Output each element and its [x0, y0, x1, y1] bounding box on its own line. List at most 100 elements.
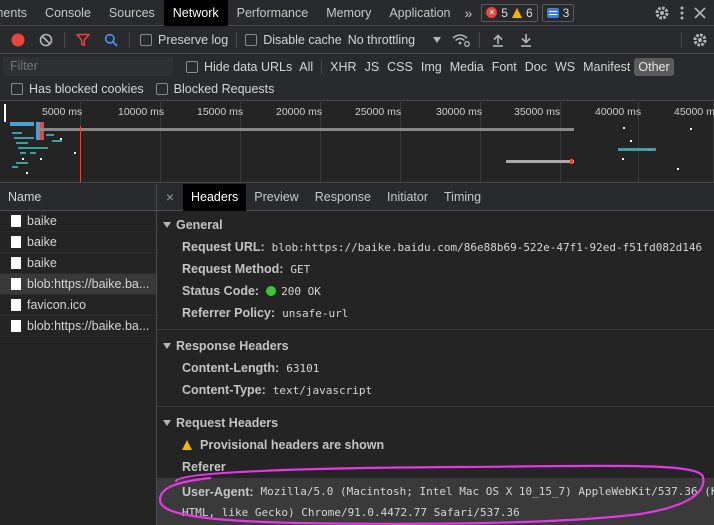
wifi-settings-icon: [452, 34, 471, 47]
more-tabs-icon[interactable]: »: [460, 5, 478, 21]
tab-preview[interactable]: Preview: [246, 184, 306, 211]
user-agent-value-line1: Mozilla/5.0 (Macintosh; Intel Mac OS X 1…: [260, 485, 714, 498]
request-url-value: blob:https://baike.baidu.com/86e88b69-52…: [271, 240, 703, 254]
close-icon[interactable]: [694, 7, 706, 19]
filter-input[interactable]: [3, 57, 173, 76]
request-name: blob:https://baike.ba...: [27, 319, 150, 333]
clear-button[interactable]: [32, 27, 60, 54]
kebab-menu-icon[interactable]: [680, 6, 684, 20]
tab-initiator[interactable]: Initiator: [379, 184, 436, 211]
request-row[interactable]: favicon.ico: [0, 295, 156, 316]
status-success-icon: [266, 286, 277, 296]
response-headers-section-header[interactable]: Response Headers: [157, 334, 714, 357]
request-name: baike: [27, 235, 57, 249]
type-filter-doc[interactable]: Doc: [521, 58, 551, 76]
throttling-select[interactable]: No throttling: [347, 33, 442, 47]
tab-application[interactable]: Application: [380, 0, 459, 26]
request-row[interactable]: baike: [0, 232, 156, 253]
export-har-button[interactable]: [512, 27, 540, 54]
chevron-down-icon: [433, 37, 442, 43]
type-filter-css[interactable]: CSS: [383, 58, 417, 76]
resource-type-filters: All XHR JS CSS Img Media Font Doc WS Man…: [295, 57, 674, 76]
content-length-row: Content-Length: 63101: [157, 357, 714, 379]
issues-counter[interactable]: ✕ 5 6: [481, 3, 538, 22]
gear-icon: [693, 33, 707, 47]
request-headers-section-header[interactable]: Request Headers: [157, 411, 714, 434]
content-type-row: Content-Type: text/javascript: [157, 379, 714, 401]
type-filter-font[interactable]: Font: [488, 58, 521, 76]
type-filter-xhr[interactable]: XHR: [326, 58, 360, 76]
request-row[interactable]: blob:https://baike.ba...: [0, 316, 156, 337]
blocked-requests-checkbox[interactable]: Blocked Requests: [155, 82, 275, 96]
expand-triangle-icon: [163, 342, 171, 349]
request-name: baike: [27, 256, 57, 270]
name-column-header[interactable]: Name: [0, 184, 156, 211]
preserve-log-label: Preserve log: [158, 33, 229, 47]
gear-icon[interactable]: [654, 5, 670, 21]
has-blocked-cookies-checkbox[interactable]: Has blocked cookies: [11, 82, 144, 96]
request-row-selected[interactable]: blob:https://baike.ba...: [0, 274, 156, 295]
hide-data-urls-label: Hide data URLs: [204, 59, 293, 74]
request-name: blob:https://baike.ba...: [27, 277, 150, 291]
checkbox-box[interactable]: [140, 34, 152, 46]
request-url-row: Request URL: blob:https://baike.baidu.co…: [157, 236, 714, 258]
type-filter-js[interactable]: JS: [361, 58, 384, 76]
close-icon[interactable]: ×: [157, 189, 183, 205]
tab-memory[interactable]: Memory: [317, 0, 380, 26]
expand-triangle-icon: [163, 221, 171, 228]
tab-sources[interactable]: Sources: [100, 0, 164, 26]
tab-headers[interactable]: Headers: [183, 183, 247, 211]
blocked-filters-row: Has blocked cookies Blocked Requests: [0, 78, 714, 101]
checkbox-box[interactable]: [11, 83, 23, 95]
import-har-button[interactable]: [484, 27, 512, 54]
type-filter-manifest[interactable]: Manifest: [579, 58, 634, 76]
referrer-policy-label: Referrer Policy:: [182, 306, 276, 320]
request-url-label: Request URL:: [182, 240, 265, 254]
checkbox-box[interactable]: [245, 34, 258, 46]
tab-network[interactable]: Network: [163, 0, 228, 26]
type-filter-img[interactable]: Img: [417, 58, 446, 76]
filter-divider: [321, 59, 323, 74]
disable-cache-checkbox[interactable]: Disable cache: [245, 33, 342, 47]
type-filter-media[interactable]: Media: [446, 58, 488, 76]
checkbox-box[interactable]: [155, 83, 168, 95]
toolbar-divider: [129, 32, 130, 48]
tab-response[interactable]: Response: [307, 184, 379, 211]
network-conditions-button[interactable]: [447, 27, 475, 54]
devtools-tab-bar: ments Console Sources Network Performanc…: [0, 0, 714, 26]
section-divider: [157, 329, 714, 330]
general-section-header[interactable]: General: [157, 213, 714, 236]
file-icon: [11, 299, 21, 311]
expand-triangle-icon: [163, 419, 171, 426]
error-icon: ✕: [486, 7, 498, 18]
timeline-overview[interactable]: 5000 ms 10000 ms 15000 ms 20000 ms 25000…: [0, 102, 714, 183]
checkbox-box[interactable]: [186, 60, 198, 73]
details-tab-bar: × Headers Preview Response Initiator Tim…: [157, 183, 714, 211]
request-list: Name baike baike baike blob:https://baik…: [0, 184, 157, 525]
preserve-log-checkbox[interactable]: Preserve log: [140, 33, 228, 47]
search-button[interactable]: [97, 27, 125, 54]
messages-counter[interactable]: 3: [541, 3, 575, 22]
throttling-value: No throttling: [347, 33, 416, 47]
status-code-label: Status Code:: [182, 284, 260, 298]
file-icon: [11, 236, 21, 248]
type-filter-all[interactable]: All: [295, 58, 317, 76]
request-headers-title: Request Headers: [176, 415, 279, 430]
hide-data-urls-checkbox[interactable]: Hide data URLs: [186, 60, 292, 74]
tab-console[interactable]: Console: [36, 0, 100, 26]
type-filter-other[interactable]: Other: [634, 57, 674, 76]
record-button[interactable]: [4, 27, 32, 54]
tab-performance[interactable]: Performance: [228, 0, 318, 26]
network-settings-button[interactable]: [686, 27, 714, 54]
request-row[interactable]: baike: [0, 253, 156, 274]
filter-toggle-button[interactable]: [69, 27, 97, 54]
tab-elements[interactable]: ments: [0, 0, 36, 26]
block-icon: [39, 33, 53, 47]
tab-timing[interactable]: Timing: [436, 184, 489, 211]
request-row[interactable]: baike: [0, 211, 156, 232]
user-agent-label: User-Agent:: [182, 484, 254, 499]
request-name: favicon.ico: [27, 298, 87, 312]
blocked-requests-label: Blocked Requests: [173, 82, 275, 96]
type-filter-ws[interactable]: WS: [551, 58, 579, 76]
top-right-controls: [654, 0, 714, 26]
